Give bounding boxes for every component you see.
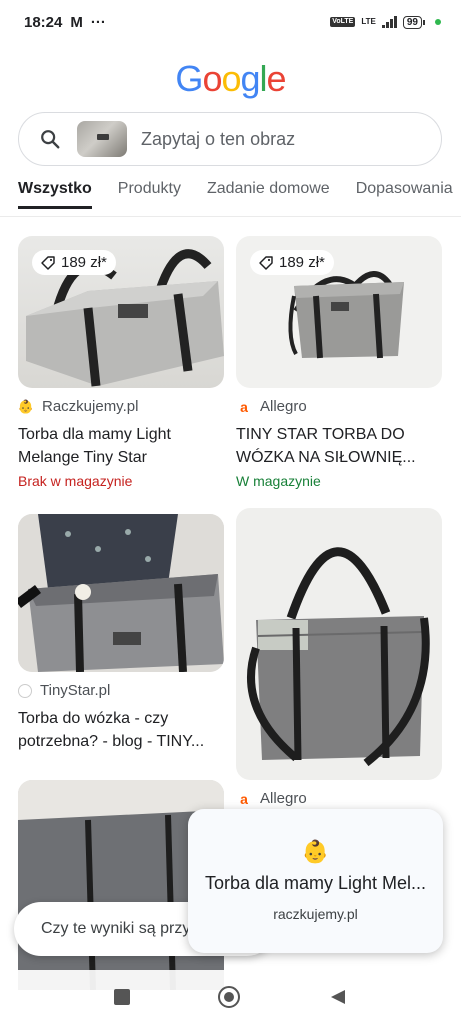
logo-letter: g: [240, 58, 261, 99]
stock-status: Brak w magazynie: [18, 473, 133, 489]
volte-icon: VoLTE: [330, 17, 356, 27]
result-source: a Allegro: [236, 398, 442, 415]
tabs-divider: [0, 216, 461, 217]
tab-produkty[interactable]: Produkty: [118, 180, 181, 209]
gmail-icon: M: [70, 13, 83, 31]
result-title[interactable]: Torba do wózka - czy potrzebna? - blog -…: [18, 707, 224, 753]
tab-wszystko[interactable]: Wszystko: [18, 180, 92, 209]
back-icon[interactable]: [329, 988, 347, 1006]
tab-dopasowania[interactable]: Dopasowania: [356, 180, 453, 209]
source-name: Allegro: [260, 790, 307, 807]
allegro-favicon: a: [240, 398, 248, 415]
logo-letter: o: [202, 58, 222, 99]
signal-icon: [381, 16, 397, 28]
result-title[interactable]: TINY STAR TORBA DO WÓZKA NA SIŁOWNIĘ...: [236, 423, 442, 469]
search-input[interactable]: Zapytaj o ten obraz: [141, 129, 295, 150]
popup-domain: raczkujemy.pl: [273, 906, 358, 922]
google-logo: Google: [0, 58, 461, 100]
price-tag: 189 zł*: [32, 250, 116, 275]
home-icon[interactable]: [218, 986, 241, 1008]
logo-letter: l: [259, 58, 268, 99]
battery-level: 99: [402, 15, 422, 29]
price-label: 189 zł*: [61, 254, 107, 271]
more-notifications-icon: ···: [90, 13, 106, 31]
recents-icon[interactable]: [114, 989, 131, 1005]
tab-zadanie-domowe[interactable]: Zadanie domowe: [207, 180, 330, 209]
popup-title[interactable]: Torba dla mamy Light Mel...: [188, 873, 443, 894]
baby-icon: 👶: [301, 839, 330, 864]
system-nav-bar: [0, 970, 461, 1024]
price-tag-icon: [41, 255, 55, 270]
tab-bar: Wszystko Produkty Zadanie domowe Dopasow…: [18, 180, 453, 209]
battery-icon: 99: [402, 15, 425, 29]
source-name: TinyStar.pl: [40, 682, 111, 699]
result-source: TinyStar.pl: [18, 682, 224, 699]
lte-icon: LTE: [361, 17, 376, 26]
product-image[interactable]: [18, 514, 224, 672]
result-card[interactable]: TinyStar.pl Torba do wózka - czy potrzeb…: [18, 514, 224, 753]
tinystar-favicon: [18, 683, 32, 698]
result-card[interactable]: 189 zł* a Allegro TINY STAR TORBA DO WÓZ…: [236, 236, 442, 489]
status-bar: 18:24 M ··· VoLTE LTE 99: [0, 0, 461, 44]
privacy-indicator-icon: [435, 19, 441, 25]
product-image[interactable]: 189 zł*: [18, 236, 224, 388]
product-image[interactable]: 189 zł*: [236, 236, 442, 388]
query-image-thumbnail[interactable]: [77, 121, 127, 157]
product-image[interactable]: [236, 508, 442, 780]
result-card[interactable]: a Allegro: [236, 508, 442, 807]
price-tag: 189 zł*: [250, 250, 334, 275]
raczkujemy-favicon: 👶: [17, 398, 35, 414]
logo-letter: G: [175, 58, 203, 99]
source-name: Raczkujemy.pl: [42, 398, 139, 415]
source-preview-popup[interactable]: 👶 Torba dla mamy Light Mel... raczkujemy…: [188, 809, 443, 953]
result-source: 👶 Raczkujemy.pl: [18, 398, 224, 415]
search-icon: [41, 130, 60, 149]
source-name: Allegro: [260, 398, 307, 415]
result-card[interactable]: 189 zł* 👶 Raczkujemy.pl Torba dla mamy L…: [18, 236, 224, 489]
status-time: 18:24: [24, 13, 63, 31]
logo-letter: e: [266, 58, 287, 99]
price-label: 189 zł*: [279, 254, 325, 271]
result-source: a Allegro: [236, 790, 442, 807]
search-box[interactable]: Zapytaj o ten obraz: [18, 112, 442, 166]
logo-letter: o: [221, 58, 241, 99]
allegro-favicon: a: [240, 790, 248, 807]
price-tag-icon: [259, 255, 273, 270]
result-title[interactable]: Torba dla mamy Light Melange Tiny Star: [18, 423, 224, 469]
stock-status: W magazynie: [236, 473, 321, 489]
